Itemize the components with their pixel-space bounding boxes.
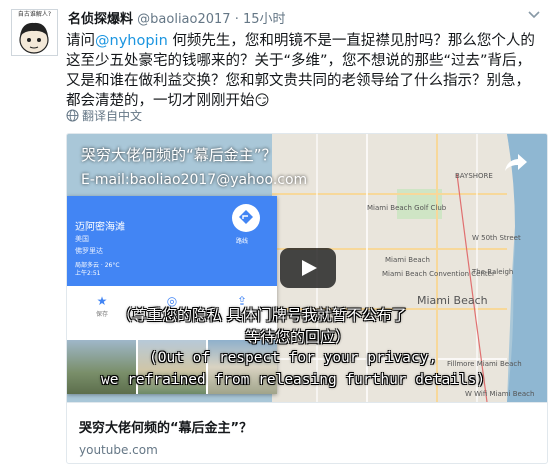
map-label: Miami Beach Golf Club: [367, 204, 447, 212]
translate-link[interactable]: 翻译自中文: [66, 107, 142, 124]
video-thumbnail[interactable]: Miami Beach Golf Club BAYSHORE W 50th St…: [67, 134, 547, 402]
map-label: W Wifi Miami Beach: [465, 390, 535, 398]
map-label: Fillmore Miami Beach: [447, 360, 522, 368]
avatar-text: 自古谁解人?: [17, 11, 52, 18]
user-handle[interactable]: @baoliao2017: [137, 12, 230, 27]
tweet-text: 请问@nyhopin 何频先生，您和明镜不是一直捉襟见肘吗？那么您个人的这至少五…: [66, 31, 544, 111]
tweet-header: 名侦探爆料 @baoliao2017 · 15小时: [68, 8, 286, 27]
video-email: E-mail:baoliao2017@yahoo.com: [81, 172, 308, 188]
chevron-down-icon[interactable]: [528, 9, 540, 22]
card-domain: youtube.com: [79, 443, 158, 457]
map-label: Miami Beach: [417, 294, 488, 307]
map-label: Miami Beach: [385, 256, 430, 264]
share-arrow-icon[interactable]: [503, 150, 529, 174]
avatar[interactable]: 自古谁解人?: [11, 9, 58, 56]
map-label: W 50th Street: [472, 234, 521, 242]
gmaps-state: 佛罗里达: [75, 247, 103, 255]
display-name[interactable]: 名侦探爆料: [68, 12, 133, 27]
gmaps-weather-line: 局部多云 · 26°C: [75, 262, 120, 269]
timestamp[interactable]: 15小时: [243, 12, 286, 27]
play-icon[interactable]: [280, 248, 336, 288]
subtitle-english-line-1: (Out of respect for your privacy,: [149, 350, 438, 366]
mention-link[interactable]: @nyhopin: [95, 33, 168, 49]
gmaps-route-label: 路线: [236, 238, 249, 245]
gmaps-weather-time: 上午2:51: [75, 270, 101, 277]
link-card[interactable]: Miami Beach Golf Club BAYSHORE W 50th St…: [66, 133, 548, 464]
separator-dot: ·: [234, 12, 239, 27]
card-title[interactable]: 哭穷大佬何频的“幕后金主”？: [79, 417, 252, 436]
tweet-text-prefix: 请问: [66, 33, 95, 49]
subtitle-english-line-2: we refrained from releasing furthur deta…: [101, 372, 486, 388]
gmaps-action-save: ★ 保存: [96, 294, 108, 322]
tweet: 自古谁解人? 名侦探爆料 @baoliao2017 · 15小时 请问@nyho…: [0, 0, 554, 464]
card-meta[interactable]: 哭穷大佬何频的“幕后金主”？ youtube.com: [67, 402, 547, 463]
map-label: BAYSHORE: [455, 172, 493, 180]
gmaps-place-name: 迈阿密海滩: [75, 222, 125, 233]
navigation-icon: [232, 204, 260, 232]
gmaps-action-label: 保存: [95, 311, 108, 318]
video-title: 哭穷大佬何频的“幕后金主”？: [81, 146, 277, 164]
translate-label: 翻译自中文: [82, 109, 143, 123]
gmaps-country: 美国: [75, 235, 89, 243]
star-icon: ★: [96, 294, 108, 308]
subtitle-chinese-line-1: （尊重您的隐私 具体门牌号我就暂不公布了: [117, 306, 407, 324]
map-label: The Raleigh: [472, 268, 514, 276]
globe-icon: [66, 109, 79, 122]
gmaps-weather: 局部多云 · 26°C 上午2:51: [75, 262, 120, 278]
subtitle-chinese-line-2: 等待您的回应）: [245, 328, 351, 346]
